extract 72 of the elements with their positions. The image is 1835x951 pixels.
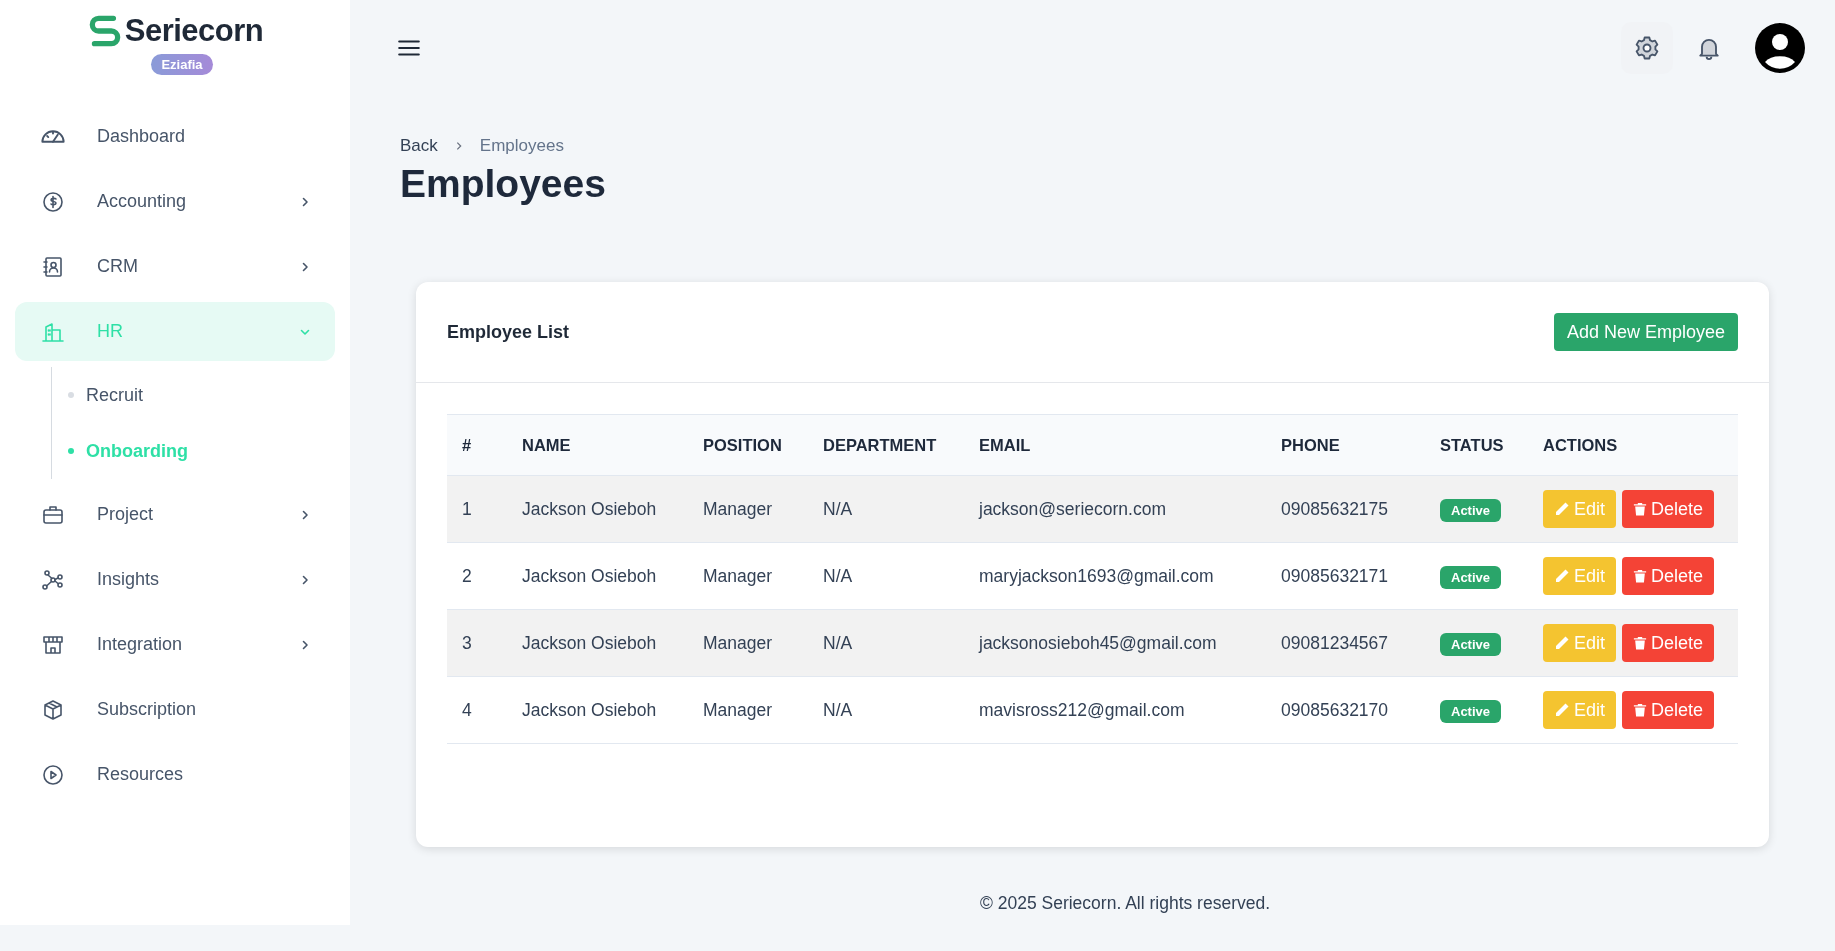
- avatar-icon[interactable]: [1755, 22, 1805, 73]
- table-cell: 09085632171: [1266, 542, 1425, 610]
- pencil-icon: [1554, 501, 1570, 517]
- trash-icon: [1632, 635, 1647, 651]
- column-header: #: [447, 414, 507, 476]
- status-badge: Active: [1440, 632, 1502, 656]
- column-header: PHONE: [1266, 414, 1425, 476]
- table-cell: 4: [447, 676, 507, 744]
- sidebar-item[interactable]: Project: [15, 485, 335, 544]
- delete-button[interactable]: Delete: [1621, 557, 1714, 595]
- pencil-icon: [1554, 635, 1570, 651]
- sidebar-item[interactable]: Resources: [15, 745, 335, 804]
- pencil-icon: [1554, 702, 1570, 718]
- table-cell: Jackson Osieboh: [507, 676, 688, 744]
- column-header: EMAIL: [964, 414, 1266, 476]
- table-cell: 2: [447, 542, 507, 610]
- column-header: POSITION: [688, 414, 808, 476]
- table-cell: 09085632170: [1266, 676, 1425, 744]
- column-header: ACTIONS: [1528, 414, 1738, 476]
- table-cell: 09085632175: [1266, 475, 1425, 543]
- table-cell: jackson@seriecorn.com: [964, 475, 1266, 543]
- table-cell: 1: [447, 475, 507, 543]
- sidebar-item[interactable]: Subscription: [15, 680, 335, 739]
- play-icon: [41, 762, 65, 787]
- column-header: NAME: [507, 414, 688, 476]
- sidebar-item[interactable]: Insights: [15, 550, 335, 609]
- table-cell: N/A: [808, 609, 964, 677]
- table-cell: Jackson Osieboh: [507, 542, 688, 610]
- table-cell: 3: [447, 609, 507, 677]
- copyright-text: © 2025 Seriecorn. All rights reserved.: [978, 893, 1272, 914]
- submenu-item[interactable]: Recruit: [52, 367, 335, 423]
- table-cell: mavisross212@gmail.com: [964, 676, 1266, 744]
- trash-icon: [1632, 501, 1647, 517]
- table-cell: N/A: [808, 676, 964, 744]
- table-cell: Manager: [688, 676, 808, 744]
- table-cell: Manager: [688, 609, 808, 677]
- gauge-icon: [41, 130, 65, 143]
- sidebar-item[interactable]: Integration: [15, 615, 335, 674]
- table-cell: 09081234567: [1266, 609, 1425, 677]
- add-employee-button[interactable]: Add New Employee: [1553, 313, 1738, 351]
- dollar-icon: [41, 189, 65, 214]
- brand-name: Seriecorn: [124, 13, 264, 49]
- table-cell: Jackson Osieboh: [507, 609, 688, 677]
- contact-book-icon: [41, 254, 65, 279]
- package-icon: [41, 697, 65, 722]
- delete-button[interactable]: Delete: [1621, 490, 1714, 528]
- table-cell: maryjackson1693@gmail.com: [964, 542, 1266, 610]
- delete-button[interactable]: Delete: [1621, 624, 1714, 662]
- trash-icon: [1632, 702, 1647, 718]
- workspace-badge: Eziafia: [151, 54, 213, 75]
- column-header: STATUS: [1425, 414, 1528, 476]
- table-cell: N/A: [808, 475, 964, 543]
- table-cell: Manager: [688, 475, 808, 543]
- table-cell: jacksonosieboh45@gmail.com: [964, 609, 1266, 677]
- status-badge: Active: [1440, 699, 1502, 723]
- breadcrumb-link[interactable]: Back: [400, 136, 438, 156]
- table-cell: Jackson Osieboh: [507, 475, 688, 543]
- sidebar-item[interactable]: Dashboard: [15, 107, 335, 166]
- breadcrumb-current: Employees: [479, 136, 564, 156]
- status-badge: Active: [1440, 565, 1502, 589]
- trash-icon: [1632, 568, 1647, 584]
- page-title: Employees: [400, 162, 607, 206]
- column-header: DEPARTMENT: [808, 414, 964, 476]
- network-icon: [41, 567, 65, 592]
- sidebar-item[interactable]: Accounting: [15, 172, 335, 231]
- sidebar-item[interactable]: CRM: [15, 237, 335, 296]
- status-badge: Active: [1440, 498, 1502, 522]
- table-cell: N/A: [808, 542, 964, 610]
- card-title: Employee List: [447, 321, 570, 343]
- delete-button[interactable]: Delete: [1621, 691, 1714, 729]
- table-cell: Manager: [688, 542, 808, 610]
- pencil-icon: [1554, 568, 1570, 584]
